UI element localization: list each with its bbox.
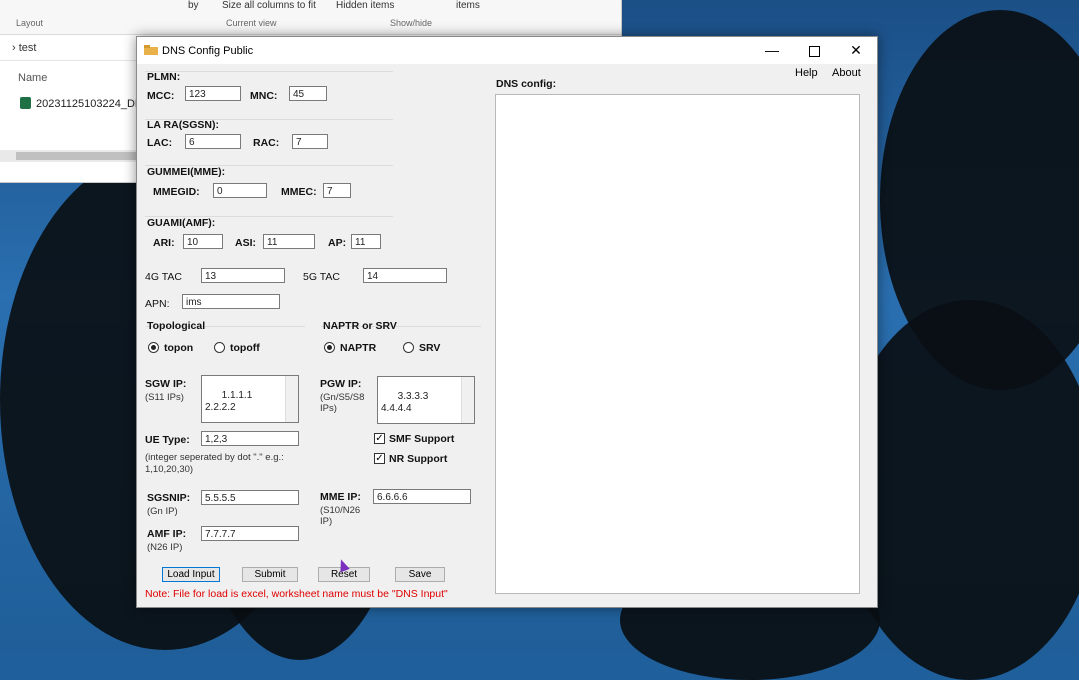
sgsn-label: SGSNIP: (147, 492, 191, 504)
naptr-srv-title: NAPTR or SRV (323, 320, 397, 332)
column-header-name[interactable]: Name (18, 72, 47, 84)
ribbon-group-label: Current view (226, 18, 277, 28)
pgw-label: PGW IP: (320, 378, 362, 390)
ribbon-item[interactable]: items (456, 0, 480, 11)
ribbon-item[interactable]: by (188, 0, 199, 11)
app-icon (144, 45, 158, 55)
sgw-label: SGW IP: (145, 378, 187, 390)
title-bar[interactable]: DNS Config Public — ✕ (137, 37, 877, 64)
sgw-sublabel: (S11 IPs) (145, 392, 184, 403)
pgw-textarea[interactable]: 3.3.3.3 4.4.4.4 (377, 376, 475, 424)
tac4g-input[interactable]: 13 (201, 268, 285, 283)
ari-label: ARI: (153, 237, 175, 249)
mnc-input[interactable]: 45 (289, 86, 327, 101)
close-button[interactable]: ✕ (837, 37, 875, 64)
close-icon: ✕ (850, 42, 862, 58)
ari-input[interactable]: 10 (183, 234, 223, 249)
rac-input[interactable]: 7 (292, 134, 328, 149)
mme-input[interactable]: 6.6.6.6 (373, 489, 471, 504)
amf-input[interactable]: 7.7.7.7 (201, 526, 299, 541)
apn-label: APN: (145, 298, 170, 310)
lac-label: LAC: (147, 137, 173, 149)
scrollbar-thumb[interactable] (16, 152, 146, 160)
mmegid-input[interactable]: 0 (213, 183, 267, 198)
lac-input[interactable]: 6 (185, 134, 241, 149)
client-area: Help About PLMN: MCC: 123 MNC: 45 LA RA(… (137, 64, 877, 607)
mmegid-label: MMEGID: (153, 186, 200, 198)
topoff-label[interactable]: topoff (230, 342, 260, 354)
plmn-title: PLMN: (147, 71, 181, 83)
amf-label: AMF IP: (147, 528, 187, 540)
topon-radio[interactable] (148, 342, 159, 353)
mme-sublabel: (S10/N26 IP) (320, 505, 361, 527)
dns-config-label: DNS config: (496, 78, 557, 90)
minimize-button[interactable]: — (753, 37, 791, 64)
mcc-label: MCC: (147, 90, 175, 102)
window-title: DNS Config Public (162, 45, 254, 57)
check-icon: ✓ (375, 453, 384, 464)
mcc-input[interactable]: 123 (185, 86, 241, 101)
rac-label: RAC: (253, 137, 280, 149)
topon-label[interactable]: topon (164, 342, 193, 354)
sgw-textarea[interactable]: 1.1.1.1 2.2.2.2 (201, 375, 299, 423)
chevron-right-icon: › (12, 42, 19, 54)
mmec-input[interactable]: 7 (323, 183, 351, 198)
ribbon-group-label: Show/hide (390, 18, 433, 28)
gummei-title: GUMMEI(MME): (147, 166, 226, 178)
lara-title: LA RA(SGSN): (147, 119, 219, 131)
dns-config-window: DNS Config Public — ✕ Help About PLMN: M… (136, 36, 878, 608)
naptr-label[interactable]: NAPTR (340, 342, 376, 354)
maximize-icon (808, 45, 820, 57)
sms-support-label[interactable]: SMF Support (389, 433, 454, 445)
excel-file-icon (20, 97, 31, 109)
breadcrumb[interactable]: › test (12, 42, 36, 54)
nr-support-label[interactable]: NR Support (389, 453, 447, 465)
pgw-scrollbar[interactable] (461, 377, 474, 423)
ribbon-item[interactable]: Hidden items (336, 0, 394, 11)
mme-label: MME IP: (320, 491, 361, 503)
tac4g-label: 4G TAC (145, 271, 182, 283)
asi-input[interactable]: 11 (263, 234, 315, 249)
file-row[interactable]: 20231125103224_DN (20, 97, 143, 110)
sgw-scrollbar[interactable] (285, 376, 298, 422)
ribbon-item[interactable]: Size all columns to fit (222, 0, 316, 11)
ue-type-hint: (integer seperated by dot "." e.g.: 1,10… (145, 452, 284, 475)
mmec-label: MMEC: (281, 186, 317, 198)
topoff-radio[interactable] (214, 342, 225, 353)
ribbon-group-label: Layout (16, 18, 44, 28)
dns-config-output[interactable] (495, 94, 860, 594)
ue-type-input[interactable]: 1,2,3 (201, 431, 299, 446)
plmn-group (145, 71, 393, 72)
sgsn-input[interactable]: 5.5.5.5 (201, 490, 299, 505)
ap-input[interactable]: 11 (351, 234, 381, 249)
submit-button[interactable]: Submit (242, 567, 298, 582)
asi-label: ASI: (235, 237, 256, 249)
mnc-label: MNC: (250, 90, 278, 102)
apn-input[interactable]: ims (182, 294, 280, 309)
guami-title: GUAMI(AMF): (147, 217, 216, 229)
tac5g-input[interactable]: 14 (363, 268, 447, 283)
nr-support-checkbox[interactable]: ✓ (374, 453, 385, 464)
amf-sublabel: (N26 IP) (147, 542, 183, 553)
srv-label[interactable]: SRV (419, 342, 440, 354)
sgsn-sublabel: (Gn IP) (147, 506, 178, 517)
check-icon: ✓ (375, 433, 384, 444)
load-note: Note: File for load is excel, worksheet … (145, 588, 448, 600)
pgw-sublabel: (Gn/S5/S8 IPs) (320, 392, 365, 414)
maximize-button[interactable] (795, 37, 833, 64)
srv-radio[interactable] (403, 342, 414, 353)
save-button[interactable]: Save (395, 567, 445, 582)
sms-support-checkbox[interactable]: ✓ (374, 433, 385, 444)
menu-about[interactable]: About (832, 67, 861, 79)
tac5g-label: 5G TAC (303, 271, 340, 283)
ue-type-label: UE Type: (145, 434, 190, 446)
load-input-button[interactable]: Load Input (162, 567, 220, 582)
menu-help[interactable]: Help (795, 67, 818, 79)
naptr-radio[interactable] (324, 342, 335, 353)
ap-label: AP: (328, 237, 347, 249)
explorer-ribbon: by Size all columns to fit Hidden items … (0, 0, 621, 35)
minimize-icon: — (765, 42, 779, 58)
topological-title: Topological (147, 320, 206, 332)
